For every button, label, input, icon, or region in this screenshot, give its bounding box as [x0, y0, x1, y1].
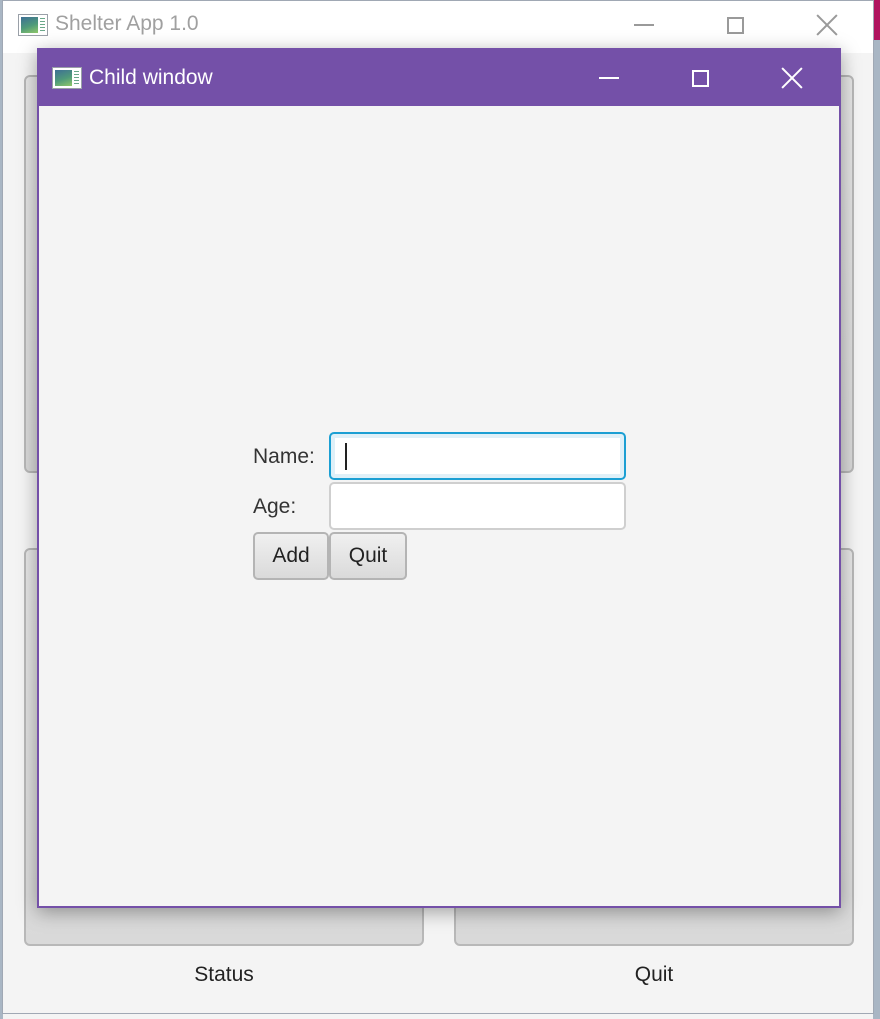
minimize-icon: [599, 77, 619, 79]
close-icon: [781, 67, 803, 89]
quit-button[interactable]: Quit: [329, 532, 407, 580]
child-titlebar[interactable]: Child window: [39, 50, 839, 106]
maximize-icon: [691, 69, 709, 87]
child-maximize-button[interactable]: [677, 54, 723, 102]
child-body: Name: Age: Add Quit: [39, 106, 839, 906]
text-caret: [345, 443, 347, 470]
main-minimize-button[interactable]: [621, 1, 667, 49]
desktop-background-right: [873, 0, 880, 1019]
child-minimize-button[interactable]: [586, 54, 632, 102]
main-maximize-button[interactable]: [712, 1, 758, 49]
child-window-title: Child window: [89, 66, 213, 89]
minimize-icon: [634, 24, 654, 26]
name-input[interactable]: [329, 432, 626, 480]
age-label: Age:: [253, 495, 297, 518]
child-close-button[interactable]: [769, 54, 815, 102]
main-titlebar[interactable]: Shelter App 1.0: [3, 1, 873, 53]
quit-label: Quit: [634, 963, 674, 986]
maximize-icon: [726, 16, 744, 34]
name-label: Name:: [253, 445, 315, 468]
add-button[interactable]: Add: [253, 532, 329, 580]
main-close-button[interactable]: [804, 1, 850, 49]
app-window-icon: [52, 67, 82, 89]
close-icon: [816, 14, 838, 36]
child-window: Child window Name: Age: Add Quit: [37, 48, 841, 908]
app-window-icon: [18, 14, 48, 36]
status-label: Status: [194, 963, 254, 986]
age-input[interactable]: [329, 482, 626, 530]
main-window-title: Shelter App 1.0: [55, 12, 199, 35]
